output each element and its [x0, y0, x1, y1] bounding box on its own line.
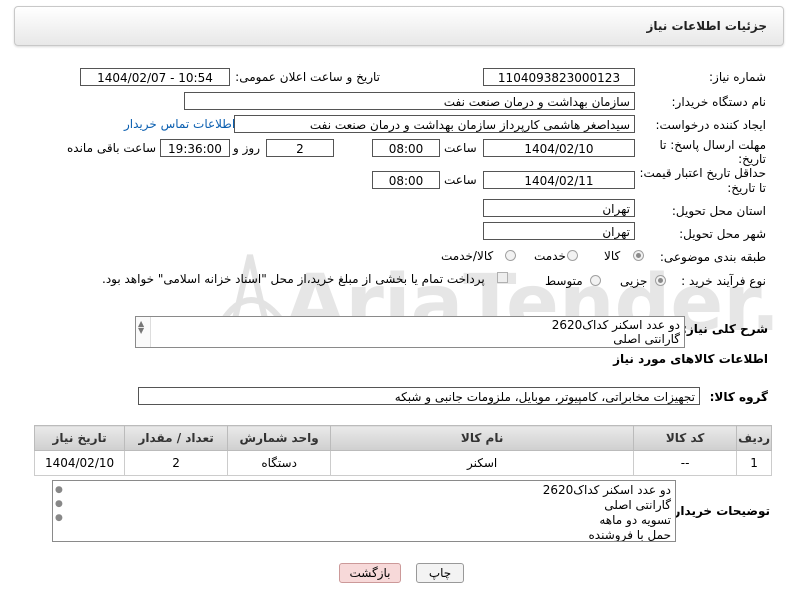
- cell-row-number: 1: [736, 450, 772, 476]
- purchase-type-label: نوع فرآیند خرید :: [681, 274, 766, 288]
- table-header-row: ردیف کد کالا نام کالا واحد شمارش تعداد /…: [33, 425, 772, 451]
- scroll-down-icon: ▼: [138, 326, 145, 335]
- treasury-payment-note: پرداخت تمام یا بخشی از مبلغ خرید،از محل …: [102, 272, 485, 286]
- scroll-dot-icon: ●: [55, 513, 63, 523]
- buyer-notes-label: توضیحات خریدار:: [668, 504, 770, 518]
- purchase-radio-minor[interactable]: [655, 275, 666, 286]
- response-deadline-label: مهلت ارسال پاسخ: تا: [659, 138, 766, 152]
- cell-goods-name: اسکنر: [330, 450, 635, 476]
- delivery-city-label: شهر محل تحویل:: [679, 227, 766, 241]
- purchase-radio-medium[interactable]: [590, 275, 601, 286]
- need-number-label: شماره نیاز:: [709, 70, 766, 84]
- need-number-field: 1104093823000123: [483, 68, 635, 86]
- need-description-line: گارانتی اصلی: [613, 332, 680, 346]
- col-row-number: ردیف: [736, 425, 772, 451]
- print-button[interactable]: چاپ: [416, 563, 464, 583]
- cell-unit: دستگاه: [227, 450, 332, 476]
- goods-table: ردیف کد کالا نام کالا واحد شمارش تعداد /…: [33, 425, 772, 476]
- price-validity-date-field: 1404/02/11: [483, 171, 635, 189]
- delivery-province-label: استان محل تحویل:: [671, 204, 766, 218]
- days-label: روز و: [233, 141, 260, 155]
- response-deadline-label-2: تاریخ:: [738, 152, 766, 166]
- purchase-option-medium: متوسط: [545, 274, 583, 288]
- buyer-org-label: نام دستگاه خریدار:: [671, 95, 767, 109]
- cell-quantity: 2: [124, 450, 229, 476]
- remaining-time-label: ساعت باقی مانده: [67, 141, 157, 155]
- col-unit: واحد شمارش: [227, 425, 332, 451]
- need-description-line: دو عدد اسکنر کداک2620: [551, 318, 680, 332]
- buyer-notes-line: گارانتی اصلی: [604, 498, 671, 512]
- page-header: جزئیات اطلاعات نیاز: [14, 6, 784, 46]
- price-validity-label-2: تا تاریخ:: [727, 181, 766, 195]
- treasury-payment-checkbox[interactable]: [497, 272, 508, 283]
- response-date-field: 1404/02/10: [483, 139, 635, 157]
- back-button[interactable]: بازگشت: [339, 563, 401, 583]
- requester-label: ایجاد کننده درخواست:: [655, 118, 766, 132]
- buyer-notes-line: دو عدد اسکنر کداک2620: [542, 483, 671, 497]
- category-radio-goods-service[interactable]: [505, 250, 516, 261]
- cell-goods-code: --: [633, 450, 738, 476]
- goods-group-field: تجهیزات مخابراتی، کامپیوتر، موبایل، ملزو…: [138, 387, 700, 405]
- price-validity-label: حداقل تاریخ اعتبار قیمت:: [639, 166, 766, 180]
- col-need-date: تاریخ نیاز: [33, 425, 126, 451]
- buyer-notes-textarea[interactable]: ● ● ● دو عدد اسکنر کداک2620 گارانتی اصلی…: [52, 480, 676, 542]
- announce-datetime-field: 1404/02/07 - 10:54: [80, 68, 230, 86]
- purchase-option-minor: جزیی: [620, 274, 648, 288]
- delivery-city-field: تهران: [483, 222, 635, 240]
- category-option-goods: کالا: [604, 249, 621, 263]
- announce-datetime-label: تاریخ و ساعت اعلان عمومی:: [235, 70, 380, 84]
- category-label: طبقه بندی موضوعی:: [659, 250, 766, 264]
- price-validity-time-label: ساعت: [444, 173, 477, 187]
- need-description-textarea[interactable]: ▲ ▼ دو عدد اسکنر کداک2620 گارانتی اصلی: [135, 316, 685, 348]
- goods-info-heading: اطلاعات کالاهای مورد نیاز: [613, 352, 768, 366]
- page-title: جزئیات اطلاعات نیاز: [646, 19, 767, 33]
- remaining-time-field: 19:36:00: [160, 139, 230, 157]
- goods-group-label: گروه کالا:: [709, 390, 768, 404]
- category-option-service: خدمت: [534, 249, 566, 263]
- col-goods-name: نام کالا: [330, 425, 635, 451]
- category-radio-service[interactable]: [567, 250, 578, 261]
- category-option-goods-service: کالا/خدمت: [441, 249, 494, 263]
- buyer-contact-link[interactable]: اطلاعات تماس خریدار: [124, 117, 235, 131]
- buyer-notes-line: حمل با فروشنده: [588, 528, 671, 542]
- need-description-scrollbar[interactable]: ▲ ▼: [136, 317, 151, 347]
- requester-field: سیداصغر هاشمی کارپرداز سازمان بهداشت و د…: [234, 115, 635, 133]
- table-row: 1 -- اسکنر دستگاه 2 1404/02/10: [33, 450, 772, 476]
- buyer-org-field: سازمان بهداشت و درمان صنعت نفت: [184, 92, 635, 110]
- price-validity-time-field: 08:00: [372, 171, 440, 189]
- buyer-notes-scrollbar[interactable]: ● ● ●: [53, 481, 67, 541]
- col-goods-code: کد کالا: [633, 425, 738, 451]
- delivery-province-field: تهران: [483, 199, 635, 217]
- need-description-label: شرح کلی نیاز:: [682, 322, 768, 336]
- buyer-notes-line: تسویه دو ماهه: [599, 513, 671, 527]
- scroll-dot-icon: ●: [55, 499, 63, 509]
- response-time-field: 08:00: [372, 139, 440, 157]
- days-remaining-field: 2: [266, 139, 334, 157]
- cell-need-date: 1404/02/10: [33, 450, 126, 476]
- col-quantity: تعداد / مقدار: [124, 425, 229, 451]
- scroll-dot-icon: ●: [55, 485, 63, 495]
- category-radio-goods[interactable]: [633, 250, 644, 261]
- response-time-label: ساعت: [444, 141, 477, 155]
